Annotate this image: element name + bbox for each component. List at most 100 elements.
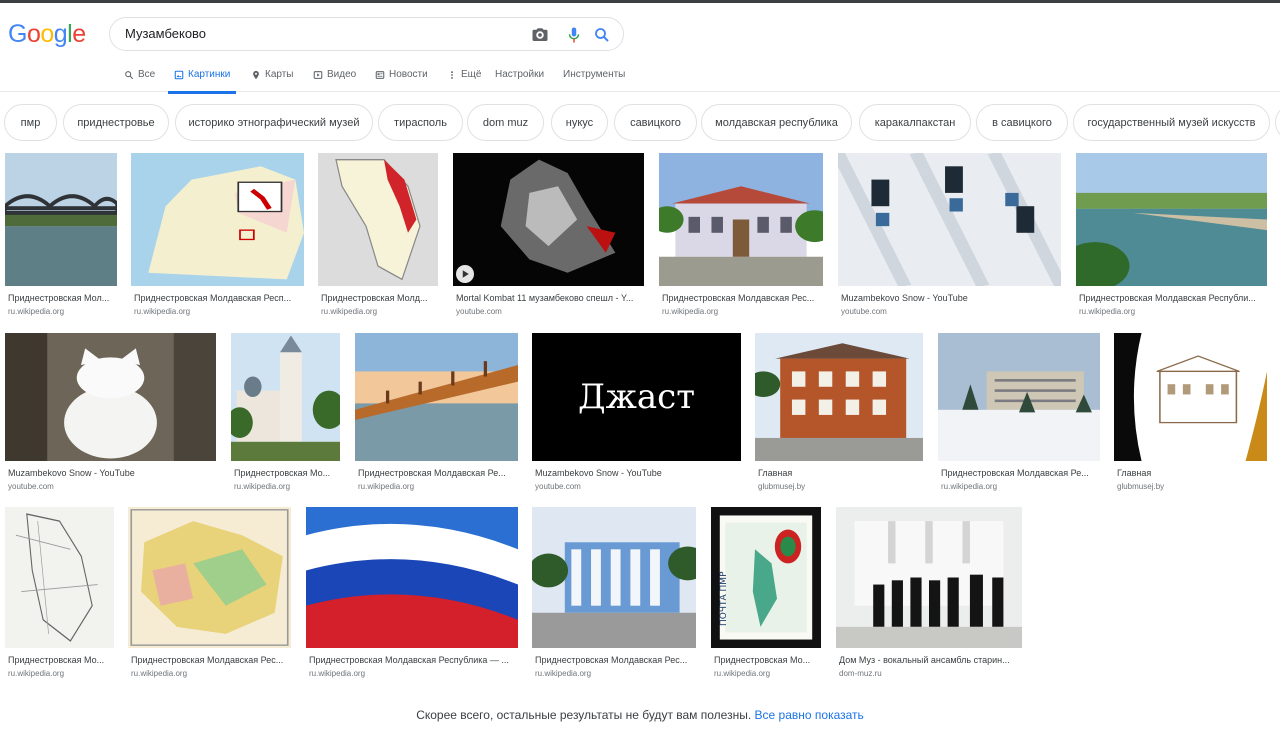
image-result[interactable]: Приднестровская Молдавская Рес... ru.wiki…	[532, 507, 696, 682]
chip-related-search[interactable]: в савицкого	[976, 104, 1068, 141]
chip-overflow[interactable]	[1275, 104, 1280, 141]
result-title[interactable]: Главная	[758, 468, 924, 478]
image-result[interactable]: Приднестровская Молдавская Ре... ru.wikip…	[355, 333, 518, 495]
image-result[interactable]: Приднестровская Мо... ru.wikipedia.org	[231, 333, 340, 495]
chip-related-search[interactable]: приднестровье	[63, 104, 169, 141]
result-title[interactable]: Приднестровская Молдавская Ре...	[358, 468, 520, 478]
tab-more-label: Ещё	[461, 69, 482, 80]
result-thumbnail[interactable]	[838, 153, 1061, 286]
chip-related-search[interactable]: нукус	[551, 104, 608, 141]
result-thumbnail[interactable]: ПОЧТА ПМР	[711, 507, 821, 648]
result-title[interactable]: Приднестровская Молд...	[321, 293, 439, 303]
tab-videos[interactable]: Видео	[313, 69, 356, 80]
result-thumbnail[interactable]	[231, 333, 340, 461]
image-result[interactable]: Джаст Muzambekovo Snow - YouTube youtube.c…	[532, 333, 741, 495]
result-title[interactable]: Приднестровская Молдавская Рес...	[535, 655, 697, 665]
result-thumbnail[interactable]	[128, 507, 291, 648]
image-result[interactable]: Приднестровская Молдавская Республи... ru…	[1076, 153, 1267, 320]
result-thumbnail[interactable]	[659, 153, 823, 286]
search-box[interactable]	[109, 17, 624, 51]
footer-message: Скорее всего, остальные результаты не бу…	[0, 708, 1280, 722]
result-thumbnail[interactable]	[131, 153, 304, 286]
image-result[interactable]: Muzambekovo Snow - YouTube youtube.com	[838, 153, 1061, 320]
result-source: ru.wikipedia.org	[714, 669, 771, 678]
mic-icon[interactable]	[565, 26, 583, 44]
show-anyway-link[interactable]: Все равно показать	[755, 708, 864, 722]
result-title[interactable]: Приднестровская Мо...	[8, 655, 116, 665]
chip-related-search[interactable]: dom muz	[467, 104, 544, 141]
image-result[interactable]: Приднестровская Молдавская Рес... ru.wiki…	[659, 153, 823, 320]
result-thumbnail[interactable]	[1076, 153, 1267, 286]
image-result[interactable]: Приднестровская Молдавская Респ... ru.wik…	[131, 153, 304, 320]
image-result[interactable]: Приднестровская Молдавская Республика — …	[306, 507, 518, 682]
result-title[interactable]: Приднестровская Молдавская Республика — …	[309, 655, 521, 665]
search-icon[interactable]	[593, 26, 611, 44]
chip-related-search[interactable]: молдавская республика	[701, 104, 852, 141]
result-thumbnail[interactable]	[1114, 333, 1267, 461]
image-icon	[174, 70, 184, 79]
image-result[interactable]: Приднестровская Молдавская Ре... ru.wikip…	[938, 333, 1100, 495]
tab-settings[interactable]: Настройки	[495, 69, 544, 80]
result-title[interactable]: Muzambekovo Snow - YouTube	[841, 293, 1061, 303]
tab-maps[interactable]: Карты	[251, 69, 294, 80]
result-title[interactable]: Muzambekovo Snow - YouTube	[8, 468, 218, 478]
result-title[interactable]: Muzambekovo Snow - YouTube	[535, 468, 743, 478]
result-thumbnail[interactable]: Джаст	[532, 333, 741, 461]
tab-more[interactable]: Ещё	[447, 69, 481, 80]
result-thumbnail[interactable]	[5, 507, 114, 648]
image-result[interactable]: Приднестровская Мо... ru.wikipedia.org	[5, 507, 114, 682]
chip-related-search[interactable]: савицкого	[614, 104, 697, 141]
image-result[interactable]: Mortal Kombat 11 музамбеково спешл - Y..…	[453, 153, 644, 320]
result-title[interactable]: Приднестровская Мо...	[234, 468, 342, 478]
result-thumbnail[interactable]	[755, 333, 923, 461]
google-logo[interactable]: Google	[8, 20, 86, 49]
result-thumbnail[interactable]	[938, 333, 1100, 461]
tab-all[interactable]: Все	[124, 69, 155, 80]
result-thumbnail[interactable]	[318, 153, 438, 286]
image-result[interactable]: Главная glubmusej.by	[755, 333, 923, 495]
result-title[interactable]: Главная	[1117, 468, 1269, 478]
result-title[interactable]: Mortal Kombat 11 музамбеково спешл - Y..…	[456, 293, 644, 303]
chip-related-search[interactable]: государственный музей искусств	[1073, 104, 1270, 141]
image-result[interactable]: Muzambekovo Snow - YouTube youtube.com	[5, 333, 216, 495]
image-result[interactable]: Приднестровская Молд... ru.wikipedia.org	[318, 153, 438, 320]
result-thumbnail[interactable]	[453, 153, 644, 286]
result-thumbnail[interactable]	[532, 507, 696, 648]
result-thumbnail[interactable]	[5, 153, 117, 286]
image-result[interactable]: ПОЧТА ПМР Приднестровская Мо... ru.wikiped…	[711, 507, 821, 682]
tab-settings-label: Настройки	[495, 69, 545, 80]
logo-letter: g	[53, 20, 68, 48]
result-thumbnail[interactable]	[306, 507, 518, 648]
logo-letter: o	[40, 20, 54, 48]
result-title[interactable]: Приднестровская Мол...	[8, 293, 120, 303]
result-title[interactable]: Приднестровская Молдавская Ре...	[941, 468, 1101, 478]
result-title[interactable]: Дом Муз - вокальный ансамбль старин...	[839, 655, 1023, 665]
result-thumbnail[interactable]	[355, 333, 518, 461]
tab-news[interactable]: Новости	[375, 69, 428, 80]
search-icon	[125, 70, 134, 79]
image-result[interactable]: Приднестровская Мол... ru.wikipedia.org	[5, 153, 117, 320]
result-title[interactable]: Приднестровская Молдавская Республи...	[1079, 293, 1269, 303]
result-thumbnail[interactable]	[836, 507, 1022, 648]
chip-related-search[interactable]: каракалпакстан	[859, 104, 971, 141]
result-source: youtube.com	[8, 482, 54, 491]
chip-related-search[interactable]: тирасполь	[378, 104, 463, 141]
logo-letter: o	[26, 20, 41, 48]
chip-related-search[interactable]: историко этнографический музей	[175, 104, 373, 141]
result-source: ru.wikipedia.org	[358, 482, 415, 491]
result-title[interactable]: Приднестровская Мо...	[714, 655, 822, 665]
chip-related-search[interactable]: пмр	[4, 104, 57, 141]
search-input[interactable]	[125, 26, 515, 41]
image-result[interactable]: Главная glubmusej.by	[1114, 333, 1267, 495]
result-title[interactable]: Приднестровская Молдавская Рес...	[131, 655, 293, 665]
image-result[interactable]: Приднестровская Молдавская Рес... ru.wiki…	[128, 507, 291, 682]
image-result[interactable]: Дом Муз - вокальный ансамбль старин... do…	[836, 507, 1022, 682]
result-source: ru.wikipedia.org	[1079, 307, 1136, 316]
tab-tools[interactable]: Инструменты	[563, 69, 625, 80]
camera-icon[interactable]	[531, 26, 549, 44]
result-title[interactable]: Приднестровская Молдавская Респ...	[134, 293, 304, 303]
result-source: ru.wikipedia.org	[662, 307, 719, 316]
result-thumbnail[interactable]	[5, 333, 216, 461]
result-title[interactable]: Приднестровская Молдавская Рес...	[662, 293, 822, 303]
tab-images[interactable]: Картинки	[167, 69, 237, 94]
